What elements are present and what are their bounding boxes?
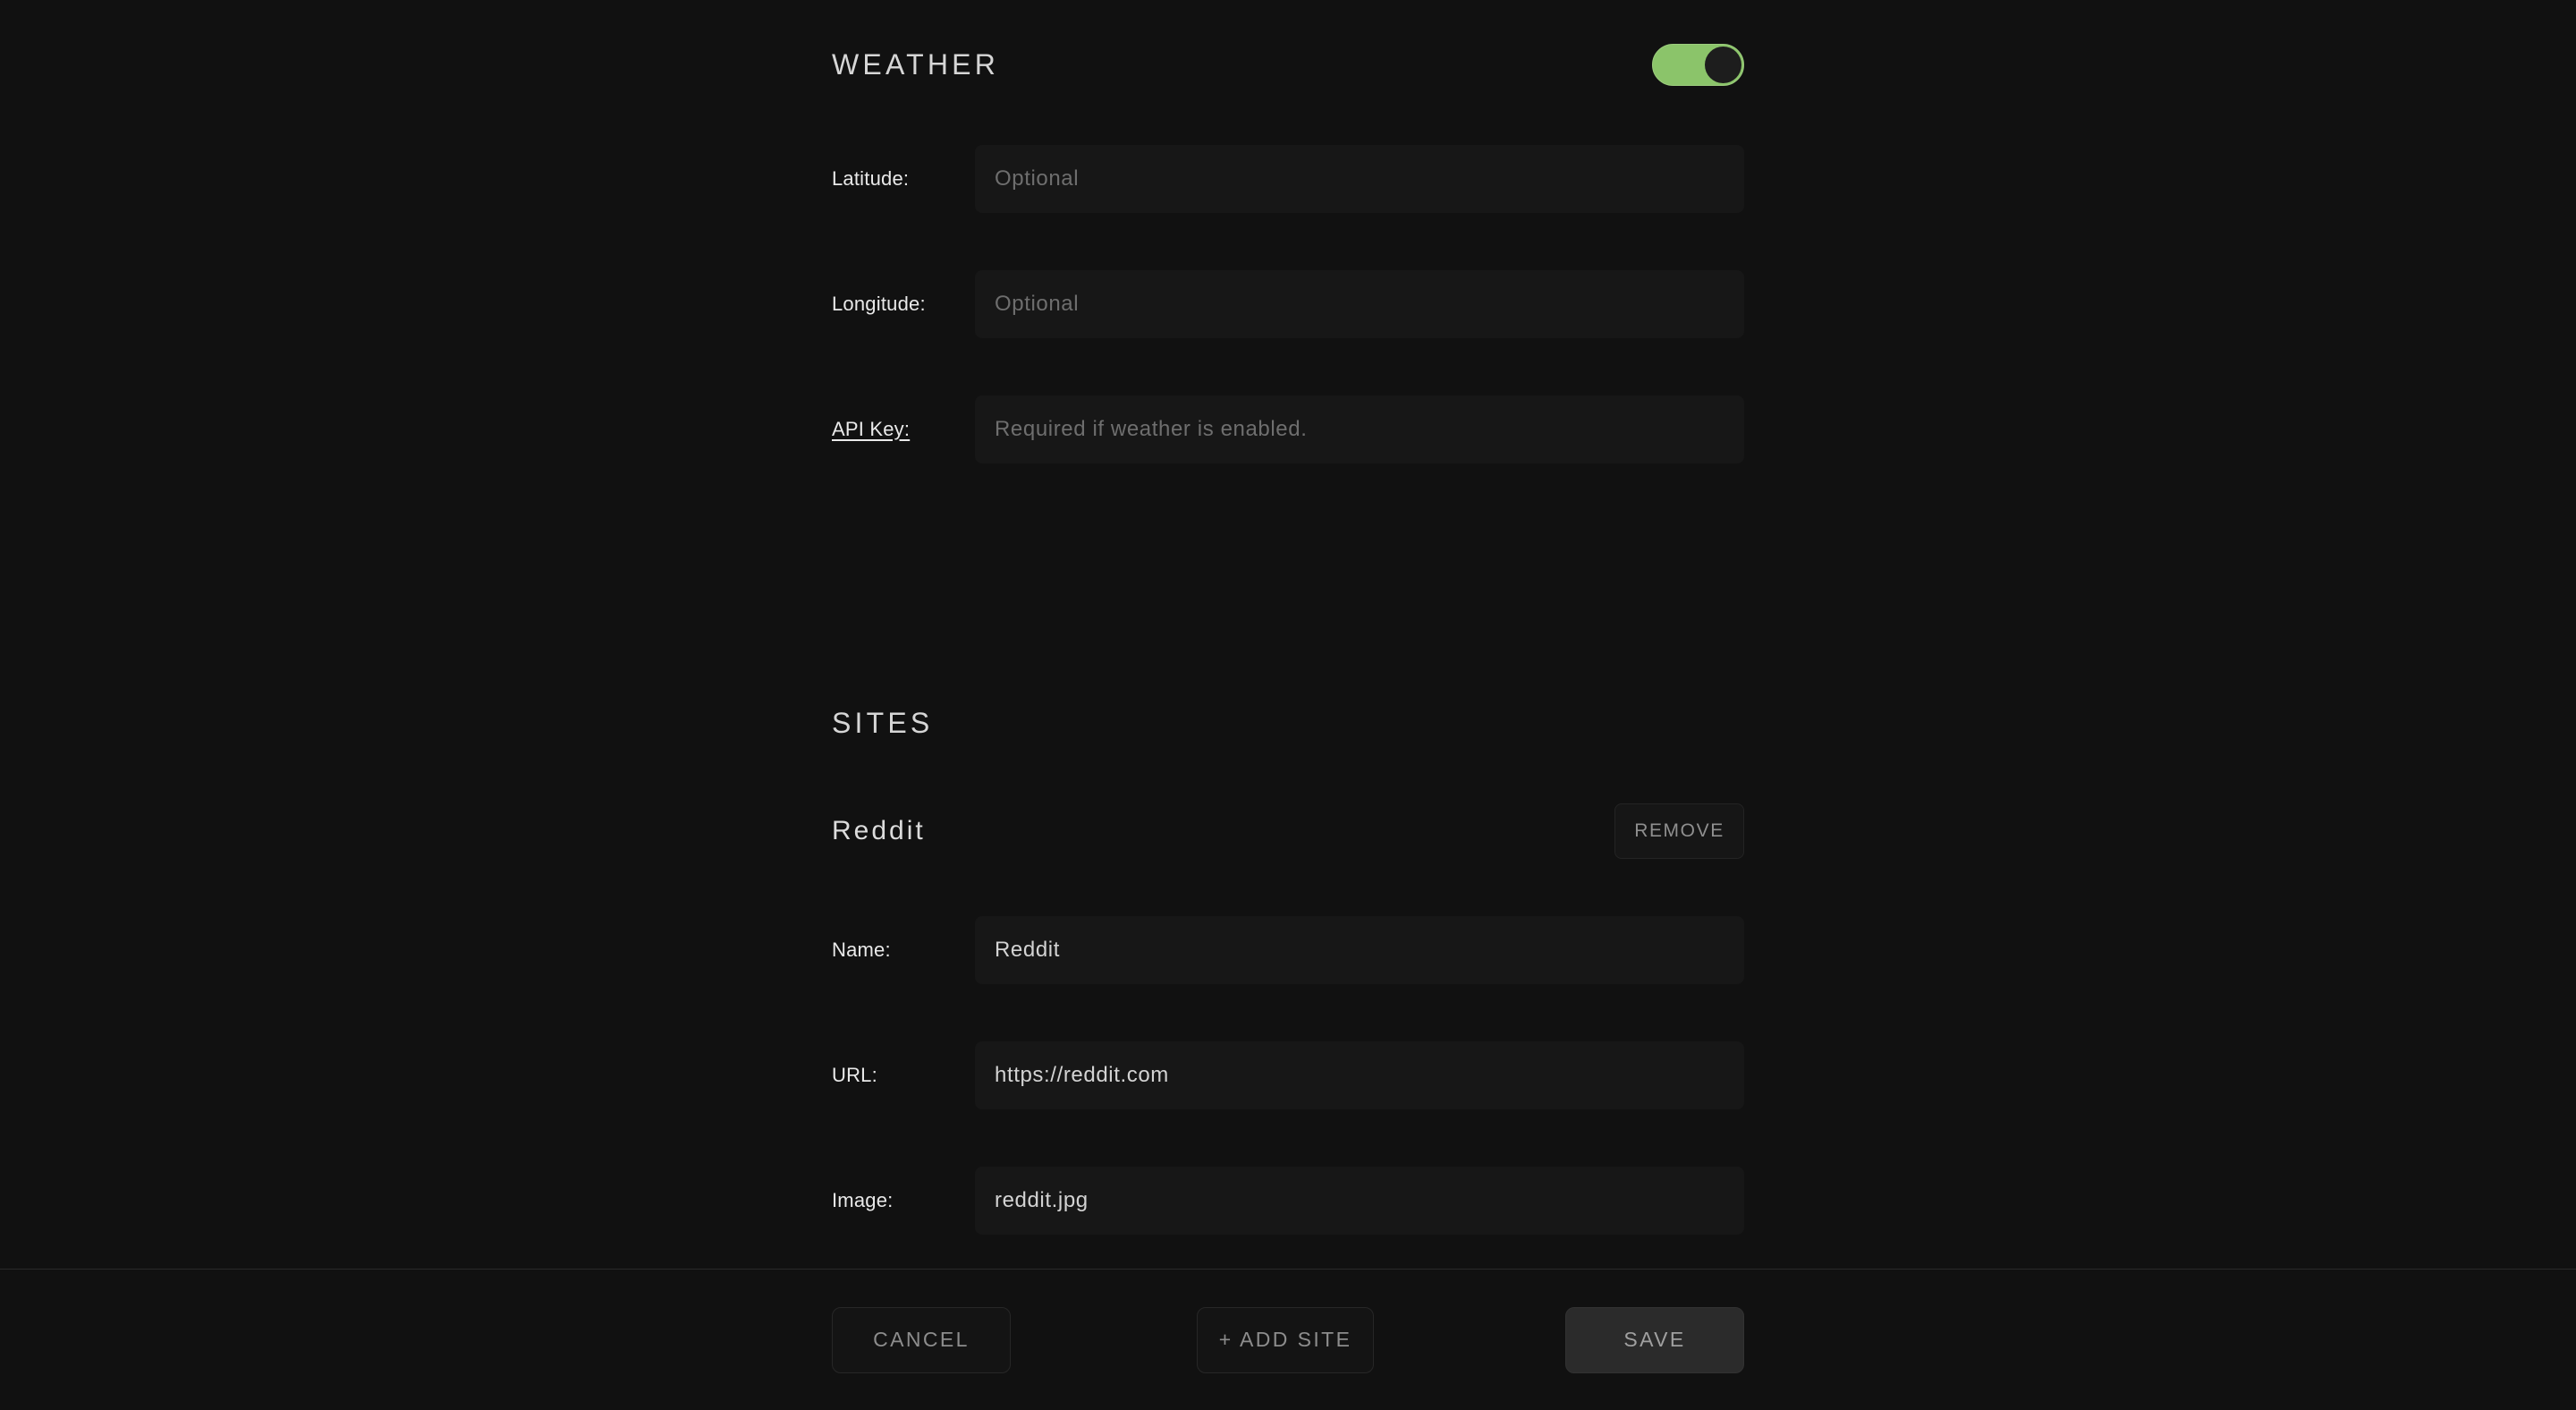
site-image-row: Image: bbox=[832, 1167, 1744, 1235]
api-key-label-link[interactable]: API Key: bbox=[832, 418, 975, 441]
toggle-knob bbox=[1705, 46, 1741, 83]
site-url-label: URL: bbox=[832, 1063, 877, 1086]
latitude-row: Latitude: bbox=[832, 145, 1744, 213]
sites-section-title: SITES bbox=[832, 707, 934, 739]
add-site-button[interactable]: + ADD SITE bbox=[1197, 1306, 1374, 1373]
site-name-row: Name: bbox=[832, 916, 1744, 984]
longitude-row: Longitude: bbox=[832, 270, 1744, 338]
api-key-input[interactable] bbox=[975, 395, 1744, 463]
site-url-input[interactable] bbox=[975, 1041, 1744, 1109]
footer-action-bar: CANCEL + ADD SITE SAVE bbox=[0, 1269, 2576, 1410]
sites-section-header: SITES bbox=[832, 700, 1744, 746]
site-name-heading: Reddit bbox=[832, 816, 926, 845]
api-key-row: API Key: bbox=[832, 395, 1744, 463]
footer-inner: CANCEL + ADD SITE SAVE bbox=[832, 1270, 1744, 1410]
latitude-label: Latitude: bbox=[832, 166, 910, 190]
latitude-input[interactable] bbox=[975, 145, 1744, 213]
cancel-button[interactable]: CANCEL bbox=[832, 1306, 1011, 1373]
settings-page: WEATHER Latitude: Longitude: API Key: bbox=[0, 0, 2576, 1410]
site-card-header: Reddit REMOVE bbox=[832, 803, 1744, 859]
save-button[interactable]: SAVE bbox=[1565, 1306, 1744, 1373]
site-name-input[interactable] bbox=[975, 916, 1744, 984]
site-image-label: Image: bbox=[832, 1188, 894, 1211]
remove-site-button[interactable]: REMOVE bbox=[1614, 803, 1744, 859]
site-image-input[interactable] bbox=[975, 1167, 1744, 1235]
settings-content: WEATHER Latitude: Longitude: API Key: bbox=[0, 0, 2576, 1269]
site-name-label: Name: bbox=[832, 938, 891, 961]
longitude-input[interactable] bbox=[975, 270, 1744, 338]
weather-section-title: WEATHER bbox=[832, 48, 1000, 81]
weather-enabled-toggle[interactable] bbox=[1652, 43, 1744, 86]
settings-scroll-area[interactable]: WEATHER Latitude: Longitude: API Key: bbox=[0, 0, 2576, 1269]
longitude-label: Longitude: bbox=[832, 292, 926, 315]
weather-section-header: WEATHER bbox=[832, 41, 1744, 88]
site-url-row: URL: bbox=[832, 1041, 1744, 1109]
